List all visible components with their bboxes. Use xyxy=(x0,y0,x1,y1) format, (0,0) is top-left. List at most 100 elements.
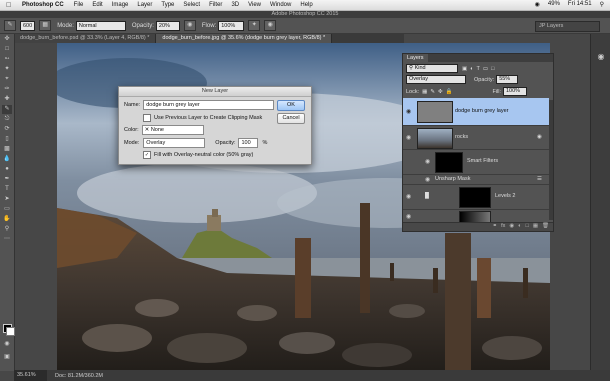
brush-tool-icon[interactable]: ✎ xyxy=(2,105,12,114)
filter-type-icon[interactable]: T xyxy=(477,66,480,72)
layer-name[interactable]: Unsharp Mask xyxy=(435,176,470,182)
spotlight-icon[interactable]: ⚲ xyxy=(600,1,604,8)
lock-transparent-icon[interactable]: ▦ xyxy=(422,89,427,95)
menu-edit[interactable]: Edit xyxy=(92,2,102,8)
link-layers-icon[interactable]: ⚭ xyxy=(492,223,497,231)
dodge-tool-icon[interactable]: ● xyxy=(2,165,12,174)
menu-type[interactable]: Type xyxy=(161,2,174,8)
clipping-mask-checkbox[interactable] xyxy=(143,114,151,122)
filter-shape-icon[interactable]: ▭ xyxy=(483,66,488,72)
move-tool-icon[interactable]: ✜ xyxy=(2,35,12,44)
more-tools-icon[interactable]: ⋯ xyxy=(2,235,12,244)
menu-layer[interactable]: Layer xyxy=(137,2,152,8)
layer-row-rocks[interactable]: ◉ rocks ◉ xyxy=(403,126,549,150)
filter-adjust-icon[interactable]: ◐ xyxy=(470,66,473,72)
menu-view[interactable]: View xyxy=(248,2,261,8)
pressure-size-icon[interactable]: ◉ xyxy=(264,20,277,31)
layer-row-dodge-burn[interactable]: ◉ dodge burn grey layer xyxy=(403,98,549,126)
pen-tool-icon[interactable]: ✒ xyxy=(2,175,12,184)
new-group-icon[interactable]: □ xyxy=(525,223,528,231)
layers-scrollbar[interactable] xyxy=(549,100,553,220)
hand-tool-icon[interactable]: ✋ xyxy=(2,215,12,224)
lock-position-icon[interactable]: ✜ xyxy=(438,89,443,95)
eraser-tool-icon[interactable]: ▯ xyxy=(2,135,12,144)
brush-tool-icon[interactable]: ✎ xyxy=(4,20,16,31)
visibility-eye-icon[interactable]: ◉ xyxy=(406,193,411,200)
menu-file[interactable]: File xyxy=(74,2,84,8)
screen-mode-icon[interactable]: ▣ xyxy=(2,353,12,362)
filter-pixel-icon[interactable]: ▣ xyxy=(462,66,467,72)
mode-select[interactable]: Overlay xyxy=(143,138,206,148)
opacity-field[interactable]: 20% xyxy=(155,20,180,31)
zoom-level[interactable]: 35.61% xyxy=(14,370,47,381)
layer-name[interactable]: rocks xyxy=(455,134,468,140)
menu-help[interactable]: Help xyxy=(300,2,312,8)
tab-layers[interactable]: Layers xyxy=(403,54,428,62)
fill-field[interactable]: 100% xyxy=(503,87,527,96)
add-style-button[interactable]: fx xyxy=(501,223,505,231)
visibility-eye-icon[interactable]: ◉ xyxy=(406,108,411,115)
mode-select[interactable]: Normal xyxy=(75,20,126,31)
visibility-eye-icon[interactable]: ◉ xyxy=(406,134,411,141)
layer-name[interactable]: dodge burn grey layer xyxy=(455,108,509,114)
crop-tool-icon[interactable]: ⌖ xyxy=(2,75,12,84)
wifi-icon[interactable]: ◉ xyxy=(535,1,540,8)
add-mask-icon[interactable]: ◉ xyxy=(509,223,514,231)
battery-level[interactable]: 49% xyxy=(548,1,560,8)
workspace-switcher[interactable]: JP Layers xyxy=(535,21,600,32)
layer-opacity-field[interactable]: 55% xyxy=(496,75,519,84)
menu-image[interactable]: Image xyxy=(112,2,129,8)
clone-stamp-tool-icon[interactable]: ⎋ xyxy=(2,115,12,124)
layer-name-input[interactable]: dodge burn grey layer xyxy=(143,100,275,110)
quick-mask-icon[interactable]: ◉ xyxy=(2,340,12,349)
brush-panel-icon[interactable]: ▦ xyxy=(39,20,52,31)
app-menu[interactable]: Photoshop CC xyxy=(22,2,64,8)
layer-row-unsharp-mask[interactable]: ◉ Unsharp Mask ☰ xyxy=(403,175,549,185)
menu-select[interactable]: Select xyxy=(183,2,200,8)
cancel-button[interactable]: Cancel xyxy=(277,113,305,124)
clock[interactable]: Fri 14:51 xyxy=(568,1,592,8)
blur-tool-icon[interactable]: 💧 xyxy=(2,155,12,164)
new-layer-icon[interactable]: ▦ xyxy=(533,223,538,231)
zoom-tool-icon[interactable]: ⚲ xyxy=(2,225,12,234)
airbrush-icon[interactable]: ✦ xyxy=(248,20,261,31)
layer-row-smart-filters[interactable]: ◉ Smart Filters xyxy=(403,150,549,175)
opacity-input[interactable]: 100 xyxy=(238,138,259,148)
layers-dock-icon[interactable]: ◉ xyxy=(594,52,608,64)
color-select[interactable]: ✕ None xyxy=(141,125,204,135)
shape-tool-icon[interactable]: ▭ xyxy=(2,205,12,214)
tab-document-jpg[interactable]: dodge_burn_before.jpg @ 35.6% (dodge bur… xyxy=(156,34,333,43)
eyedropper-tool-icon[interactable]: ✑ xyxy=(2,85,12,94)
healing-brush-tool-icon[interactable]: ✚ xyxy=(2,95,12,104)
quick-select-tool-icon[interactable]: ✦ xyxy=(2,65,12,74)
adjustment-layer-icon[interactable]: ◐ xyxy=(518,223,521,231)
tab-document-psd[interactable]: dodge_burn_before.psd @ 33.3% (Layer 4, … xyxy=(14,34,157,43)
gradient-tool-icon[interactable]: ▩ xyxy=(2,145,12,154)
pressure-opacity-icon[interactable]: ◉ xyxy=(183,20,196,31)
menu-3d[interactable]: 3D xyxy=(231,2,239,8)
background-color-swatch[interactable] xyxy=(6,327,15,336)
history-brush-tool-icon[interactable]: ⟳ xyxy=(2,125,12,134)
layer-name[interactable]: Levels 2 xyxy=(495,193,516,199)
blend-mode-select[interactable]: Overlay xyxy=(406,75,466,84)
document-size[interactable]: Doc: 81.2M/360.2M xyxy=(55,373,103,379)
marquee-tool-icon[interactable]: □ xyxy=(2,45,12,54)
type-tool-icon[interactable]: T xyxy=(2,185,12,194)
layer-row-levels[interactable]: ◉ █ Levels 2 xyxy=(403,185,549,210)
visibility-eye-icon[interactable]: ◉ xyxy=(425,158,430,165)
layer-name[interactable]: Smart Filters xyxy=(467,158,498,164)
menu-window[interactable]: Window xyxy=(270,2,291,8)
filter-smart-icon[interactable]: □ xyxy=(491,66,494,72)
menu-filter[interactable]: Filter xyxy=(209,2,222,8)
visibility-eye-icon[interactable]: ◉ xyxy=(425,176,430,183)
lasso-tool-icon[interactable]: ➳ xyxy=(2,55,12,64)
fill-neutral-checkbox[interactable]: ✓ xyxy=(143,151,151,159)
lock-pixels-icon[interactable]: ✎ xyxy=(430,89,435,95)
path-selection-tool-icon[interactable]: ➤ xyxy=(2,195,12,204)
brush-size-field[interactable]: 600 xyxy=(20,20,36,31)
filter-options-icon[interactable]: ☰ xyxy=(537,176,542,182)
kind-filter-select[interactable]: ⚲ Kind xyxy=(406,64,458,73)
ok-button[interactable]: OK xyxy=(277,100,305,111)
lock-all-icon[interactable]: 🔒 xyxy=(446,89,453,95)
trash-icon[interactable]: 🗑 xyxy=(542,223,549,231)
